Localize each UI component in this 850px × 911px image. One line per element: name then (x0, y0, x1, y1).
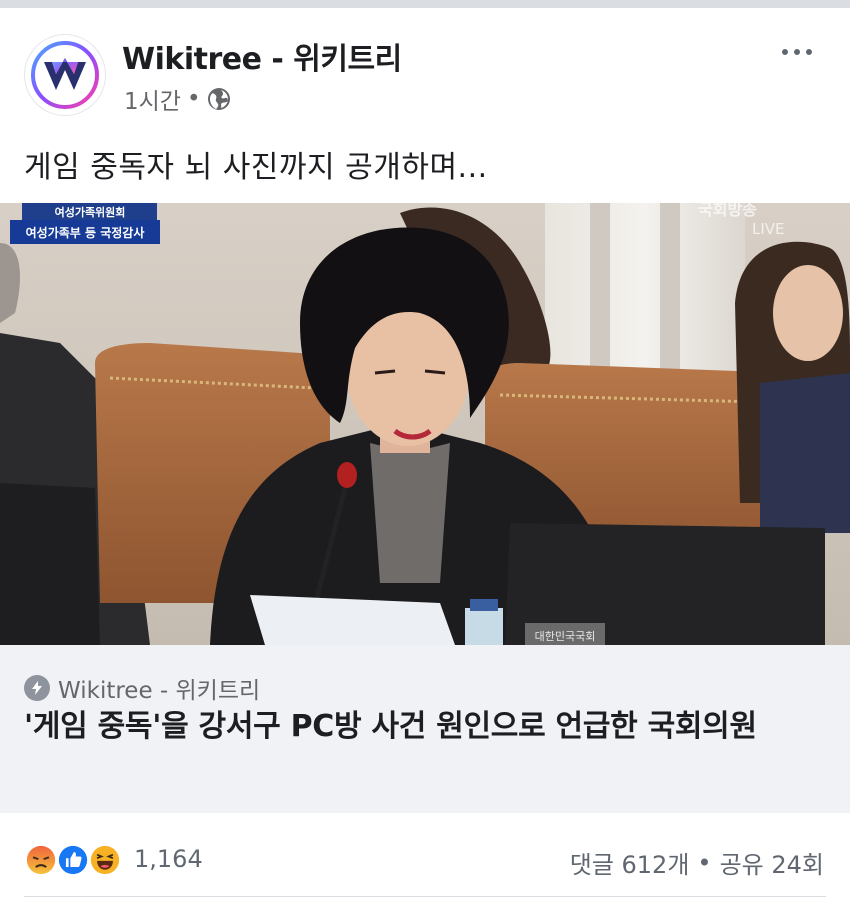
more-dots-icon[interactable] (772, 32, 822, 72)
post-text: 게임 중독자 뇌 사진까지 공개하며... (24, 150, 488, 185)
reaction-icons[interactable] (24, 843, 128, 877)
nameplate-text: 대한민국국회 (535, 630, 596, 643)
post-time[interactable]: 1시간 (124, 82, 181, 116)
share-count-link[interactable]: 공유 24회 (720, 845, 824, 880)
link-preview-box[interactable]: Wikitree - 위키트리 '게임 중독'을 강서구 PC방 사건 원인으로… (0, 645, 850, 813)
post-header: Wikitree - 위키트리 1시간 • (0, 8, 850, 123)
comment-count-link[interactable]: 댓글 612개 (570, 845, 690, 880)
hearing-photo: 대한민국국회 여성가족위원회 여성가족부 등 국정감사 국회방송 LIVE (0, 203, 850, 645)
page-name-link[interactable]: Wikitree - 위키트리 (122, 34, 402, 78)
link-source-name: Wikitree - 위키트리 (58, 678, 261, 704)
lightning-icon (24, 675, 50, 701)
actions-divider (24, 896, 826, 897)
reaction-count[interactable]: 1,164 (134, 845, 203, 873)
link-title[interactable]: '게임 중독'을 강서구 PC방 사건 원인으로 언급한 국회의원 (24, 705, 824, 749)
feed-divider (0, 0, 850, 8)
meta-separator: • (186, 86, 201, 112)
link-source: Wikitree - 위키트리 (24, 671, 260, 705)
dot-1 (782, 49, 788, 55)
dot-2 (794, 49, 800, 55)
wikitree-logo-icon (31, 41, 99, 109)
broadcaster-watermark: 국회방송 (698, 203, 757, 219)
link-preview-image[interactable]: 대한민국국회 여성가족위원회 여성가족부 등 국정감사 국회방송 LIVE (0, 203, 850, 645)
haha-icon (88, 843, 122, 877)
globe-icon (207, 88, 230, 110)
page-avatar[interactable] (24, 34, 106, 116)
live-watermark: LIVE (752, 220, 785, 238)
engagement-stats: 댓글 612개 • 공유 24회 (570, 845, 824, 880)
caption-bottom: 여성가족부 등 국정감사 (26, 225, 145, 240)
reactions-bar: 1,164 댓글 612개 • 공유 24회 (0, 813, 850, 903)
dot-3 (806, 49, 812, 55)
engagement-separator: • (697, 848, 712, 877)
post-meta: 1시간 • (124, 82, 231, 116)
angry-icon (24, 843, 58, 877)
caption-top: 여성가족위원회 (55, 205, 126, 219)
like-icon (56, 843, 90, 877)
